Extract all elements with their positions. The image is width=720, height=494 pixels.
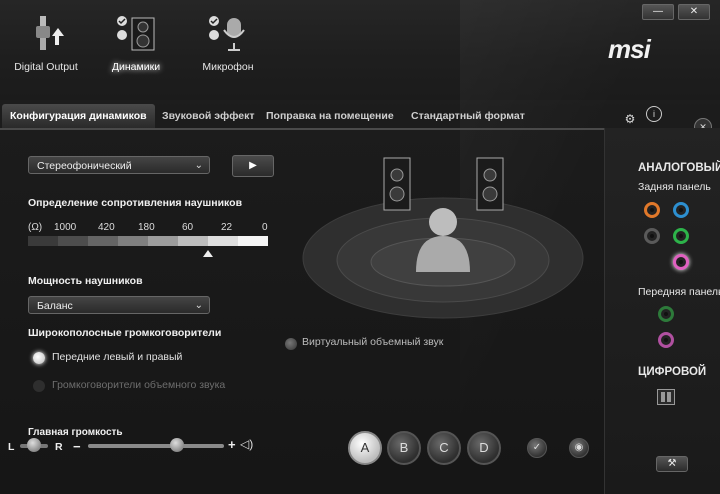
preset-d-button[interactable]: D bbox=[467, 431, 501, 465]
impedance-scale[interactable] bbox=[28, 236, 268, 246]
play-button[interactable]: ▶ bbox=[232, 155, 274, 177]
virtual-surround-toggle[interactable] bbox=[285, 338, 297, 350]
digital-output-icon bbox=[36, 16, 64, 50]
info-icon[interactable]: i bbox=[646, 106, 662, 122]
tab-sound-effect[interactable]: Звуковой эффект bbox=[154, 104, 263, 128]
volume-minus[interactable]: − bbox=[73, 439, 81, 454]
tab-bar: Конфигурация динамиков Звуковой эффект П… bbox=[0, 104, 600, 128]
device-digital-output[interactable]: Digital Output bbox=[6, 14, 86, 73]
radio-surround-label: Громкоговорители объемного звука bbox=[52, 379, 226, 391]
impedance-value: 60 bbox=[182, 222, 194, 233]
speaker-mode-select[interactable]: Стереофонический ⌄ bbox=[28, 156, 210, 174]
impedance-unit: (Ω) bbox=[28, 222, 43, 233]
preset-c-button[interactable]: C bbox=[427, 431, 461, 465]
balance-right-label: R bbox=[55, 441, 63, 453]
chevron-down-icon: ⌄ bbox=[194, 160, 203, 171]
volume-plus[interactable]: + bbox=[228, 437, 236, 452]
radio-front-lr[interactable] bbox=[33, 352, 45, 364]
jack-front-green[interactable] bbox=[658, 306, 674, 322]
app-window: — ✕ Digital Output Динамики Микрофон msi… bbox=[0, 0, 720, 494]
settings-icon[interactable]: ⚙ bbox=[623, 112, 637, 126]
balance-knob[interactable] bbox=[27, 438, 41, 452]
radio-surround[interactable] bbox=[33, 380, 45, 392]
wrench-icon[interactable]: ⚒ bbox=[656, 456, 688, 472]
volume-slider[interactable] bbox=[88, 444, 224, 448]
digital-heading: ЦИФРОВОЙ bbox=[638, 366, 707, 378]
jack-green[interactable] bbox=[673, 228, 689, 244]
jack-black[interactable] bbox=[644, 228, 660, 244]
device-speakers[interactable]: Динамики bbox=[96, 14, 176, 73]
impedance-value: 180 bbox=[138, 222, 155, 233]
jack-orange[interactable] bbox=[644, 202, 660, 218]
power-value: Баланс bbox=[37, 300, 73, 312]
tab-room-correction[interactable]: Поправка на помещение bbox=[258, 104, 402, 128]
jack-front-pink[interactable] bbox=[658, 332, 674, 348]
speaker-mode-value: Стереофонический bbox=[37, 160, 132, 172]
volume-icon[interactable]: ◁) bbox=[240, 437, 253, 451]
speaker-left-icon bbox=[383, 157, 411, 211]
analog-heading: АНАЛОГОВЫЙ bbox=[638, 162, 720, 174]
power-select[interactable]: Баланс ⌄ bbox=[28, 296, 210, 314]
impedance-marker[interactable] bbox=[203, 250, 213, 257]
speaker-icon bbox=[117, 16, 155, 51]
mic-icon[interactable]: ◉ bbox=[569, 438, 589, 458]
preset-b-button[interactable]: B bbox=[387, 431, 421, 465]
tab-underline bbox=[0, 128, 604, 130]
impedance-value: 1000 bbox=[54, 222, 77, 233]
jack-blue[interactable] bbox=[673, 202, 689, 218]
rear-panel-label: Задняя панель bbox=[638, 181, 711, 193]
radio-front-lr-label: Передние левый и правый bbox=[52, 351, 183, 363]
close-button[interactable]: ✕ bbox=[678, 4, 710, 20]
virtual-surround-label: Виртуальный объемный звук bbox=[302, 336, 444, 348]
volume-knob[interactable] bbox=[170, 438, 184, 452]
power-heading: Мощность наушников bbox=[28, 275, 143, 287]
impedance-value: 0 bbox=[262, 222, 268, 233]
minimize-button[interactable]: — bbox=[642, 4, 674, 20]
volume-heading: Главная громкость bbox=[28, 427, 123, 438]
fullrange-heading: Широкополосные громкоговорители bbox=[28, 327, 222, 339]
preset-a-button[interactable]: A bbox=[348, 431, 382, 465]
device-label: Микрофон bbox=[202, 61, 254, 73]
device-label: Digital Output bbox=[14, 61, 78, 73]
front-panel-label: Передняя панель bbox=[638, 286, 720, 298]
check-icon[interactable]: ✓ bbox=[527, 438, 547, 458]
jack-pink[interactable] bbox=[673, 254, 689, 270]
speaker-right-icon bbox=[476, 157, 504, 211]
tab-default-format[interactable]: Стандартный формат bbox=[403, 104, 533, 128]
impedance-value: 420 bbox=[98, 222, 115, 233]
chevron-down-icon: ⌄ bbox=[194, 300, 203, 311]
tab-speaker-config[interactable]: Конфигурация динамиков bbox=[2, 104, 155, 128]
impedance-value: 22 bbox=[221, 222, 233, 233]
balance-left-label: L bbox=[8, 441, 15, 453]
device-microphone[interactable]: Микрофон bbox=[190, 14, 266, 73]
speaker-layout-visual bbox=[302, 157, 584, 319]
microphone-icon bbox=[209, 16, 245, 51]
msi-logo: msi bbox=[608, 34, 651, 64]
impedance-heading: Определение сопротивления наушников bbox=[28, 197, 243, 209]
digital-port-icon[interactable] bbox=[657, 389, 675, 405]
device-label: Динамики bbox=[111, 61, 161, 73]
